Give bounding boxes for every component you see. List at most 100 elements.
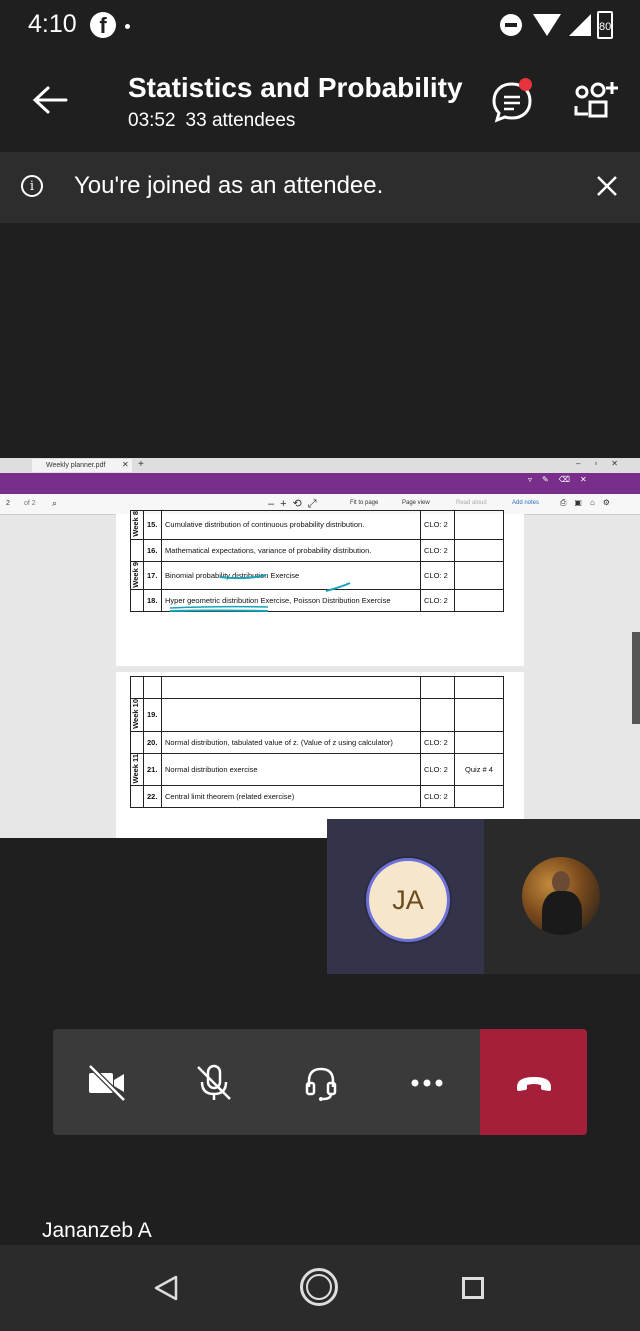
nav-back-icon[interactable] <box>152 1274 180 1302</box>
pdf-ink-tools: ▿✎⌫✕ <box>528 475 597 484</box>
nav-home-icon[interactable] <box>300 1268 338 1306</box>
hang-up-button[interactable] <box>480 1029 587 1135</box>
mic-toggle-button[interactable] <box>160 1029 267 1135</box>
row-number <box>143 676 162 699</box>
week-label <box>130 730 144 754</box>
search-icon: ⌕ <box>52 498 58 508</box>
row-topic: Binomial probability distribution Exerci… <box>161 560 421 591</box>
fit-to-page: Fit to page <box>350 500 379 506</box>
row-quiz <box>454 510 504 540</box>
add-notes: Add notes <box>512 500 540 506</box>
row-quiz <box>454 730 504 754</box>
tab-title: Weekly planner.pdf <box>46 462 106 469</box>
signal-icon <box>569 14 591 36</box>
row-number: 16. <box>143 538 162 562</box>
chat-unread-badge <box>519 78 532 91</box>
week-label: Week 10 <box>130 698 144 732</box>
wifi-icon <box>533 14 561 36</box>
week-text: Week 8 <box>131 511 140 537</box>
attendee-notice-text: You're joined as an attendee. <box>74 172 384 199</box>
back-arrow-icon[interactable] <box>30 80 70 120</box>
week-text: Week 11 <box>131 753 140 784</box>
planner-table-2: Week 10 19. 20. Normal distribution, tabula… <box>130 676 504 809</box>
row-clo <box>420 676 455 699</box>
more-options-button[interactable] <box>373 1029 480 1135</box>
add-people-icon[interactable] <box>572 78 622 122</box>
page-total: of 2 <box>24 500 36 507</box>
hang-up-icon <box>517 1077 551 1091</box>
pdf-tool-icons: ⎙▣⌂⚙ <box>560 498 618 507</box>
camera-off-icon <box>88 1064 126 1102</box>
table-row: Week 11 21. Normal distribution exercise CL… <box>130 752 504 787</box>
row-quiz: Quiz # 4 <box>454 752 504 787</box>
page-view: Page view <box>402 500 430 506</box>
row-topic: Hyper geometric distribution Exercise, P… <box>161 589 421 613</box>
week-text: Week 10 <box>131 699 140 729</box>
zoom-controls: –+⟲⤢ <box>268 498 323 510</box>
table-row <box>130 676 504 699</box>
camera-toggle-button[interactable] <box>53 1029 160 1135</box>
row-topic <box>161 698 421 732</box>
row-quiz <box>454 560 504 591</box>
pdf-page-1: Week 8 15. Cumulative distribution of cont… <box>116 510 524 666</box>
row-topic: Central limit theorem (related exercise) <box>161 785 421 809</box>
week-label <box>130 676 144 699</box>
table-row: 18. Hyper geometric distribution Exercise… <box>130 589 504 613</box>
row-clo: CLO: 2 <box>420 510 455 540</box>
row-clo: CLO: 2 <box>420 752 455 787</box>
attendee-count: 33 attendees <box>185 110 296 131</box>
close-icon[interactable] <box>593 172 621 200</box>
more-icon <box>411 1079 443 1087</box>
row-quiz <box>454 785 504 809</box>
week-label <box>130 538 144 562</box>
week-label: Week 11 <box>130 752 144 787</box>
avatar-photo <box>522 857 600 935</box>
facebook-icon: f <box>90 12 116 38</box>
planner-table-1: Week 8 15. Cumulative distribution of cont… <box>130 510 504 613</box>
row-clo: CLO: 2 <box>420 785 455 809</box>
headset-icon <box>305 1067 337 1101</box>
row-topic: Normal distribution exercise <box>161 752 421 787</box>
call-controls <box>53 1029 587 1135</box>
row-clo: CLO: 2 <box>420 560 455 591</box>
do-not-disturb-icon <box>500 14 522 36</box>
table-row: Week 10 19. <box>130 698 504 732</box>
tab-close-icon: ✕ <box>122 460 129 469</box>
row-clo <box>420 698 455 732</box>
table-row: 20. Normal distribution, tabulated value … <box>130 730 504 754</box>
week-label: Week 9 <box>130 560 144 591</box>
meeting-subtitle: 03:52 33 attendees <box>128 110 305 132</box>
table-row: 22. Central limit theorem (related exerci… <box>130 785 504 809</box>
table-row: Week 9 17. Binomial probability distributi… <box>130 560 504 591</box>
row-number: 21. <box>143 752 162 787</box>
week-text: Week 9 <box>131 561 140 588</box>
row-number: 18. <box>143 589 162 613</box>
week-label <box>130 589 144 613</box>
audio-device-button[interactable] <box>267 1029 374 1135</box>
row-topic: Cumulative distribution of continuous pr… <box>161 510 421 540</box>
mic-off-icon <box>197 1064 231 1100</box>
avatar-initials: JA <box>366 858 450 942</box>
read-aloud: Read aloud <box>456 500 487 506</box>
row-quiz <box>454 698 504 732</box>
notification-dot-icon <box>125 24 130 29</box>
row-quiz <box>454 676 504 699</box>
battery-icon: 80 <box>597 11 613 39</box>
row-clo: CLO: 2 <box>420 538 455 562</box>
row-topic: Normal distribution, tabulated value of … <box>161 730 421 754</box>
pdf-scrollbar <box>632 632 640 724</box>
row-number: 15. <box>143 510 162 540</box>
nav-recent-apps-icon[interactable] <box>462 1277 484 1299</box>
row-quiz <box>454 589 504 613</box>
table-row: 16. Mathematical expectations, variance o… <box>130 538 504 562</box>
pdf-page-2: Week 10 19. 20. Normal distribution, tabula… <box>116 672 524 838</box>
row-number: 20. <box>143 730 162 754</box>
window-controls: –▫✕ <box>576 459 632 468</box>
page-number: 2 <box>6 500 10 507</box>
week-label: Week 8 <box>130 510 144 540</box>
row-number: 22. <box>143 785 162 809</box>
row-topic <box>161 676 421 699</box>
shared-screen: Weekly planner.pdf ✕ + –▫✕ ▿✎⌫✕ 2 of 2 ⌕… <box>0 458 640 838</box>
row-quiz <box>454 538 504 562</box>
info-icon: i <box>21 175 43 197</box>
